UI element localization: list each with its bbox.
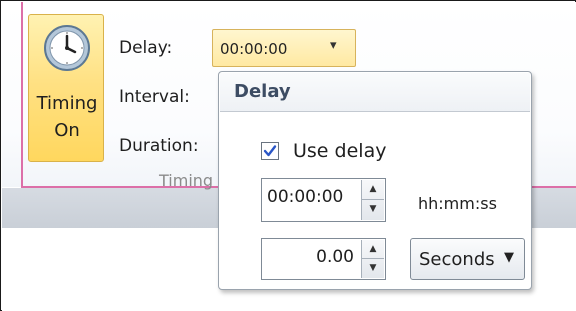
spin-up-button[interactable]: ▲ [362,240,384,259]
ribbon-accent-line [21,2,23,188]
chevron-down-icon: ▾ [330,38,337,53]
delay-label: Delay: [119,38,173,58]
delay-number-spinner[interactable]: 0.00 ▲ ▼ [261,238,386,280]
spin-down-button[interactable]: ▼ [362,200,384,220]
ribbon-group-label: Timing [159,171,214,190]
delay-dropdown[interactable]: 00:00:00 ▾ [212,29,356,67]
checkmark-icon [263,145,277,157]
unit-select[interactable]: Seconds ▼ [410,238,525,280]
app-frame: Timing On Delay: Interval: Duration: 00:… [0,0,576,311]
delay-time-value: 00:00:00 [267,187,344,207]
time-format-hint: hh:mm:ss [418,194,497,213]
timing-button-state: On [54,120,80,141]
interval-label: Interval: [119,87,190,107]
spinner-buttons: ▲ ▼ [361,180,384,220]
timing-on-button[interactable]: Timing On [28,14,104,162]
delay-popup: Delay Use delay 00:00:00 ▲ ▼ hh:mm:ss 0.… [218,71,532,290]
delay-time-spinner[interactable]: 00:00:00 ▲ ▼ [261,178,386,222]
chevron-down-icon: ▼ [504,250,514,265]
spin-up-button[interactable]: ▲ [362,180,384,200]
clock-icon [44,25,90,71]
spin-down-button[interactable]: ▼ [362,259,384,278]
duration-label: Duration: [119,136,199,156]
unit-select-value: Seconds [419,249,495,270]
use-delay-label[interactable]: Use delay [293,140,386,162]
spinner-buttons: ▲ ▼ [361,240,384,278]
use-delay-checkbox[interactable] [261,142,279,160]
popup-header: Delay [220,73,530,112]
delay-number-value: 0.00 [316,247,354,267]
delay-dropdown-value: 00:00:00 [220,40,288,58]
timing-button-label: Timing [36,93,98,114]
popup-title: Delay [234,81,291,102]
